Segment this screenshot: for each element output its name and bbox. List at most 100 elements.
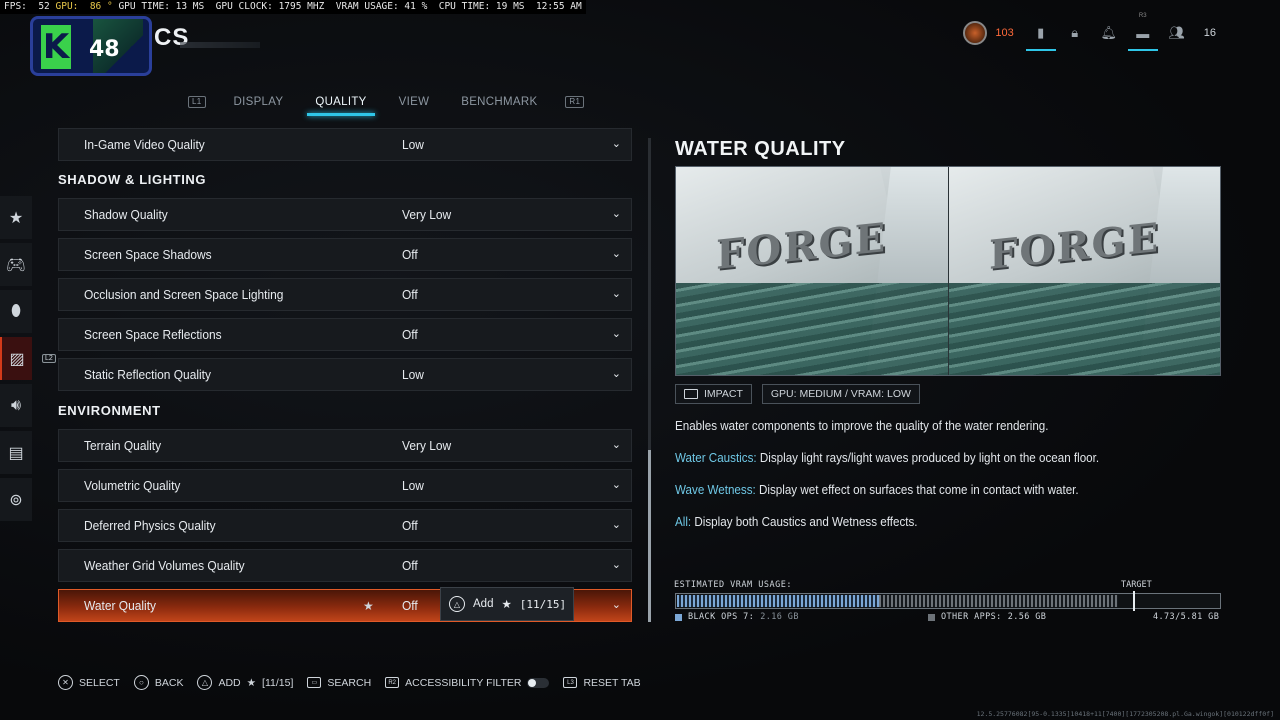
setting-row-occlusion-lighting[interactable]: Occlusion and Screen Space Lighting Off … bbox=[58, 278, 632, 311]
chevron-down-icon: ⌄ bbox=[611, 599, 621, 611]
hint-label: BACK bbox=[154, 676, 184, 689]
setting-row-in-game-video-quality[interactable]: In-Game Video Quality Low ⌄ bbox=[58, 128, 632, 161]
vram-target-label: TARGET bbox=[1121, 580, 1152, 590]
interface-icon[interactable]: ▤ bbox=[0, 431, 32, 474]
vram-usage-label: ESTIMATED VRAM USAGE: bbox=[674, 580, 792, 590]
option-water-caustics: Water Caustics: Display light rays/light… bbox=[675, 450, 1187, 466]
list-scrollbar-thumb[interactable] bbox=[648, 450, 651, 622]
currency-count: 103 bbox=[995, 27, 1014, 39]
setting-row-screen-space-shadows[interactable]: Screen Space Shadows Off ⌄ bbox=[58, 238, 632, 271]
chevron-down-icon: ⌄ bbox=[611, 559, 621, 571]
emblem-icon[interactable] bbox=[963, 21, 988, 45]
mouse-icon[interactable]: ⬮ bbox=[0, 290, 32, 333]
description-text: Enables water components to improve the … bbox=[675, 419, 1049, 433]
impact-chip: IMPACT bbox=[675, 384, 752, 404]
hint-add-count: [11/15] bbox=[262, 676, 294, 689]
monitor-icon bbox=[684, 389, 698, 399]
vram-target-marker bbox=[1133, 591, 1135, 611]
preview-water bbox=[949, 283, 1220, 375]
lock-icon[interactable]: 🔒︎ bbox=[1068, 25, 1082, 41]
legend-name: OTHER APPS: bbox=[941, 612, 1002, 622]
vram-legend-other: OTHER APPS: 2.56 GB bbox=[928, 612, 1046, 622]
hint-reset-tab[interactable]: L3 RESET TAB bbox=[563, 677, 641, 689]
setting-label: Weather Grid Volumes Quality bbox=[84, 558, 245, 573]
page-subtitle-blur bbox=[180, 42, 260, 48]
setting-value: Off bbox=[402, 247, 418, 262]
impact-value-chip: GPU: MEDIUM / VRAM: LOW bbox=[761, 384, 920, 404]
accessibility-filter-toggle[interactable] bbox=[527, 677, 550, 688]
setting-row-static-reflection-quality[interactable]: Static Reflection Quality Low ⌄ bbox=[58, 358, 632, 391]
hint-search[interactable]: ▭ SEARCH bbox=[307, 677, 371, 689]
hint-label: SELECT bbox=[79, 676, 120, 689]
section-shadow-lighting: SHADOW & LIGHTING bbox=[58, 172, 207, 187]
star-icon: ★ bbox=[501, 599, 512, 611]
favorite-star-icon[interactable]: ★ bbox=[363, 599, 374, 613]
setting-row-deferred-physics-quality[interactable]: Deferred Physics Quality Off ⌄ bbox=[58, 509, 632, 542]
audio-icon[interactable]: 🔊︎ bbox=[0, 384, 32, 427]
chevron-down-icon: ⌄ bbox=[611, 439, 621, 451]
l3-stick-icon: L3 bbox=[563, 677, 578, 688]
tab-view[interactable]: VIEW bbox=[395, 94, 434, 110]
setting-label: Terrain Quality bbox=[84, 438, 162, 453]
r3-label: R3 bbox=[1138, 13, 1147, 19]
preview-water bbox=[676, 283, 948, 375]
setting-row-screen-space-reflections[interactable]: Screen Space Reflections Off ⌄ bbox=[58, 318, 632, 351]
graphics-icon[interactable]: ▨ bbox=[0, 337, 32, 380]
chevron-down-icon: ⌄ bbox=[611, 479, 621, 491]
favorites-star-icon[interactable]: ★ bbox=[0, 196, 32, 239]
tab-quality[interactable]: QUALITY bbox=[307, 94, 375, 116]
r1-bumper-icon[interactable]: R1 bbox=[565, 96, 585, 108]
impact-value: GPU: MEDIUM / VRAM: LOW bbox=[770, 388, 911, 400]
setting-label: Shadow Quality bbox=[84, 207, 168, 222]
button-hints: ✕ SELECT ○ BACK △ ADD ★ [11/15] ▭ SEARCH… bbox=[58, 675, 641, 690]
category-rail: ★ 🎮︎ ⬮ ▨ 🔊︎ ▤ ⊚ bbox=[0, 196, 32, 525]
hint-back[interactable]: ○ BACK bbox=[133, 675, 184, 690]
add-favorite-tooltip[interactable]: △ Add ★ [11/15] bbox=[440, 587, 574, 621]
impact-label: IMPACT bbox=[704, 388, 743, 400]
preview-pane-right: FORGE bbox=[948, 167, 1220, 375]
setting-label: Deferred Physics Quality bbox=[84, 518, 216, 533]
logo-number: 48 bbox=[89, 37, 120, 62]
setting-row-volumetric-quality[interactable]: Volumetric Quality Low ⌄ bbox=[58, 469, 632, 502]
chevron-down-icon: ⌄ bbox=[611, 328, 621, 340]
setting-row-terrain-quality[interactable]: Terrain Quality Very Low ⌄ bbox=[58, 429, 632, 462]
party-icon[interactable]: 👥︎ bbox=[1169, 25, 1186, 41]
legend-swatch bbox=[675, 613, 682, 621]
option-text: Display wet effect on surfaces that come… bbox=[755, 483, 1079, 497]
setting-row-weather-grid-volumes[interactable]: Weather Grid Volumes Quality Off ⌄ bbox=[58, 549, 632, 582]
chevron-down-icon: ⌄ bbox=[611, 138, 621, 150]
setting-value: Off bbox=[402, 287, 418, 302]
notification-icon[interactable]: 🔔︎ bbox=[1101, 25, 1118, 41]
network-icon[interactable]: ⊚ bbox=[0, 478, 32, 521]
setting-label: Volumetric Quality bbox=[84, 478, 181, 493]
l1-bumper-icon[interactable]: L1 bbox=[188, 96, 206, 108]
option-wave-wetness: Wave Wetness: Display wet effect on surf… bbox=[675, 482, 1187, 498]
streamer-logo: K 48 bbox=[30, 16, 152, 76]
controller-icon[interactable]: 🎮︎ bbox=[0, 243, 32, 286]
build-version-string: 12.5.25776082[95-0.1335]10418+11[7400][1… bbox=[976, 710, 1274, 718]
triangle-button-icon: △ bbox=[449, 596, 465, 612]
tab-display[interactable]: DISPLAY bbox=[230, 94, 288, 110]
star-icon: ★ bbox=[246, 676, 257, 689]
legend-name: BLACK OPS 7: bbox=[688, 612, 755, 622]
hint-add[interactable]: △ ADD ★ [11/15] bbox=[197, 675, 293, 690]
setting-value: Very Low bbox=[402, 438, 452, 453]
chevron-down-icon: ⌄ bbox=[611, 368, 621, 380]
options-icon[interactable]: ▮ bbox=[1025, 25, 1056, 51]
l2-tag-icon: L2 bbox=[42, 354, 56, 363]
logo-letter: K bbox=[41, 25, 71, 69]
chevron-down-icon: ⌄ bbox=[611, 248, 621, 260]
circle-button-icon: ○ bbox=[133, 675, 149, 690]
touchpad-icon: ▭ bbox=[307, 677, 322, 688]
hint-accessibility-filter[interactable]: R2 ACCESSIBILITY FILTER bbox=[385, 677, 550, 689]
vram-other-fill bbox=[879, 595, 1118, 607]
hint-select[interactable]: ✕ SELECT bbox=[58, 675, 120, 690]
tab-benchmark[interactable]: BENCHMARK bbox=[457, 94, 541, 110]
settings-list: In-Game Video Quality Low ⌄ SHADOW & LIG… bbox=[58, 126, 632, 626]
setting-label: Water Quality bbox=[84, 598, 157, 613]
r3-social-icon[interactable]: R3 ▬ bbox=[1127, 13, 1158, 51]
setting-value: Low bbox=[402, 137, 424, 152]
vram-usage-bar bbox=[675, 591, 1221, 611]
setting-row-shadow-quality[interactable]: Shadow Quality Very Low ⌄ bbox=[58, 198, 632, 231]
setting-label: Screen Space Reflections bbox=[84, 327, 222, 342]
